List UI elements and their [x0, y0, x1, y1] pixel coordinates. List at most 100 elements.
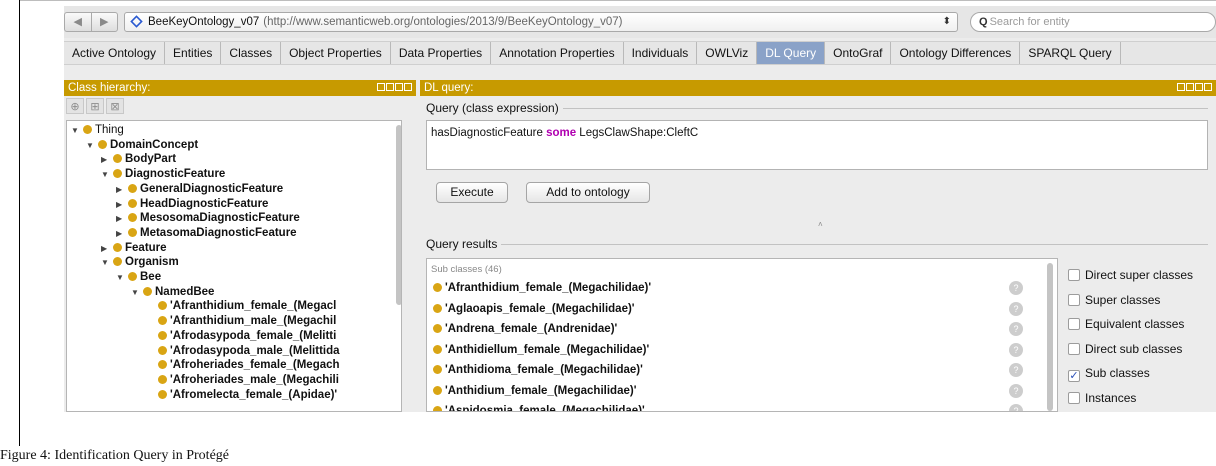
- tree-item[interactable]: ▶ MetasomaDiagnosticFeature: [116, 227, 297, 240]
- collapsed-triangle-icon[interactable]: ▶: [116, 212, 128, 225]
- class-hierarchy-panel: ⊕ ⊞ ⊠ ▼ Thing ▼ DomainConcept ▶ BodyPart ▼ Diag…: [64, 96, 416, 412]
- tab-active-ontology[interactable]: Active Ontology: [64, 42, 166, 64]
- option-direct-super-classes[interactable]: Direct super classes: [1068, 266, 1193, 284]
- tab-annotation-properties[interactable]: Annotation Properties: [491, 42, 624, 64]
- collapsed-triangle-icon[interactable]: ▶: [116, 198, 128, 211]
- help-icon[interactable]: ?: [1009, 404, 1023, 411]
- tree-item[interactable]: ▶ BodyPart: [101, 153, 176, 166]
- result-row[interactable]: 'Afranthidium_female_(Megachilidae)'?: [433, 279, 1037, 297]
- tree-item[interactable]: ▼ DomainConcept: [86, 139, 198, 152]
- add-sibling-icon[interactable]: ⊞: [86, 98, 104, 114]
- tree-item[interactable]: 'Afroheriades_male_(Megachili: [146, 374, 339, 387]
- result-row[interactable]: 'Anthidiellum_female_(Megachilidae)'?: [433, 341, 1037, 359]
- option-super-classes[interactable]: Super classes: [1068, 291, 1160, 309]
- tree-item[interactable]: ▼ Thing: [71, 124, 124, 137]
- class-dot-icon: [158, 374, 167, 384]
- collapsed-triangle-icon[interactable]: ▶: [101, 153, 113, 166]
- tree-scrollbar[interactable]: [396, 125, 401, 305]
- option-direct-sub-classes[interactable]: Direct sub classes: [1068, 340, 1182, 358]
- results-scrollbar[interactable]: [1047, 263, 1053, 411]
- help-icon[interactable]: ?: [1009, 281, 1023, 295]
- tree-item[interactable]: 'Afranthidium_female_(Megacl: [146, 300, 336, 313]
- expanded-triangle-icon[interactable]: ▼: [71, 124, 83, 137]
- expanded-triangle-icon[interactable]: ▼: [131, 286, 143, 299]
- class-dot-icon: [128, 198, 137, 208]
- tree-item-label: Organism: [125, 256, 179, 269]
- delete-class-icon[interactable]: ⊠: [106, 98, 124, 114]
- tree-item[interactable]: ▶ HeadDiagnosticFeature: [116, 198, 268, 211]
- tab-object-properties[interactable]: Object Properties: [281, 42, 391, 64]
- help-icon[interactable]: ?: [1009, 342, 1023, 357]
- forward-arrow-icon[interactable]: ▶: [90, 13, 118, 31]
- tab-individuals[interactable]: Individuals: [624, 42, 698, 64]
- tab-entities[interactable]: Entities: [165, 42, 222, 64]
- help-icon[interactable]: ?: [1009, 301, 1023, 316]
- tree-item[interactable]: ▶ Feature: [101, 242, 167, 255]
- add-subclass-icon[interactable]: ⊕: [66, 98, 84, 114]
- panel-controls-icon[interactable]: [376, 83, 412, 94]
- splitter-handle-icon[interactable]: ˄: [818, 220, 823, 229]
- tab-sparql-query[interactable]: SPARQL Query: [1020, 42, 1121, 64]
- back-arrow-icon[interactable]: ◀: [65, 13, 91, 31]
- ontology-selector[interactable]: BeeKeyOntology_v07 (http://www.semanticwe…: [124, 12, 958, 32]
- execute-button[interactable]: Execute: [436, 182, 508, 203]
- tab-ontograf[interactable]: OntoGraf: [825, 42, 892, 64]
- query-text-post: LegsClawShape:CleftC: [576, 127, 699, 139]
- option-equivalent-classes[interactable]: Equivalent classes: [1068, 315, 1184, 333]
- panel-controls-icon[interactable]: [1176, 83, 1212, 94]
- collapsed-triangle-icon[interactable]: ▶: [116, 227, 128, 240]
- tree-item[interactable]: 'Afranthidium_male_(Megachil: [146, 315, 336, 328]
- result-row[interactable]: 'Aglaoapis_female_(Megachilidae)'?: [433, 300, 1037, 318]
- class-dot-icon: [98, 139, 107, 149]
- class-dot-icon: [433, 324, 442, 333]
- tree-item[interactable]: 'Afrodasypoda_male_(Melittida: [146, 345, 340, 358]
- class-expression-editor[interactable]: hasDiagnosticFeature some LegsClawShape:…: [426, 120, 1208, 170]
- checkbox-icon[interactable]: [1068, 293, 1080, 306]
- checkbox-icon[interactable]: [1068, 391, 1080, 404]
- result-label: 'Afranthidium_female_(Megachilidae)': [445, 282, 652, 294]
- option-instances[interactable]: Instances: [1068, 389, 1136, 407]
- tree-item-label: DiagnosticFeature: [125, 168, 226, 181]
- collapsed-triangle-icon[interactable]: ▶: [116, 183, 128, 196]
- checked-checkbox-icon[interactable]: ✓: [1068, 370, 1080, 382]
- collapsed-triangle-icon[interactable]: ▶: [101, 242, 113, 255]
- tab-classes[interactable]: Classes: [221, 42, 282, 64]
- expanded-triangle-icon[interactable]: ▼: [86, 139, 98, 152]
- expanded-triangle-icon[interactable]: ▼: [101, 256, 113, 269]
- add-to-ontology-button[interactable]: Add to ontology: [526, 182, 650, 203]
- help-icon[interactable]: ?: [1009, 363, 1023, 377]
- tree-item[interactable]: ▶ MesosomaDiagnosticFeature: [116, 212, 300, 225]
- result-row[interactable]: 'Andrena_female_(Andrenidae)'?: [433, 320, 1037, 338]
- option-sub-classes[interactable]: ✓ Sub classes: [1068, 364, 1150, 382]
- tab-owlviz[interactable]: OWLViz: [697, 42, 758, 64]
- help-icon[interactable]: ?: [1009, 383, 1023, 398]
- checkbox-icon[interactable]: [1068, 318, 1080, 330]
- tree-item-label: MetasomaDiagnosticFeature: [140, 226, 297, 239]
- expanded-triangle-icon[interactable]: ▼: [116, 271, 128, 284]
- tab-data-properties[interactable]: Data Properties: [391, 42, 492, 64]
- result-row[interactable]: 'Aspidosmia_female_(Megachilidae)'?: [433, 402, 1037, 411]
- query-keyword: some: [546, 127, 577, 139]
- class-dot-icon: [83, 125, 92, 134]
- result-label: 'Anthidium_female_(Megachilidae)': [445, 384, 637, 397]
- tree-item[interactable]: 'Afromelecta_female_(Apidae)': [146, 389, 337, 402]
- tree-item[interactable]: ▼ DiagnosticFeature: [101, 168, 225, 181]
- dropdown-stepper-icon[interactable]: ⬍: [943, 13, 951, 31]
- checkbox-icon[interactable]: [1068, 269, 1080, 281]
- tree-item[interactable]: 'Afroheriades_female_(Megach: [146, 359, 340, 372]
- checkbox-icon[interactable]: [1068, 342, 1080, 355]
- tree-item[interactable]: ▼ Organism: [101, 256, 179, 269]
- help-icon[interactable]: ?: [1009, 322, 1023, 336]
- result-row[interactable]: 'Anthidium_female_(Megachilidae)'?: [433, 382, 1037, 400]
- tab-ontology-differences[interactable]: Ontology Differences: [891, 42, 1021, 64]
- tree-item[interactable]: ▶ GeneralDiagnosticFeature: [116, 183, 283, 196]
- tree-item[interactable]: ▼ NamedBee: [131, 286, 214, 299]
- tree-item-label: NamedBee: [155, 285, 215, 298]
- search-input[interactable]: Q Search for entity: [970, 12, 1216, 32]
- expanded-triangle-icon[interactable]: ▼: [101, 168, 113, 181]
- tab-dl-query[interactable]: DL Query: [757, 42, 826, 64]
- result-row[interactable]: 'Anthidioma_female_(Megachilidae)'?: [433, 361, 1037, 379]
- tree-item[interactable]: 'Afrodasypoda_female_(Melitti: [146, 330, 336, 343]
- tree-item-label: 'Afroheriades_female_(Megach: [170, 359, 340, 372]
- tree-item[interactable]: ▼ Bee: [116, 271, 161, 284]
